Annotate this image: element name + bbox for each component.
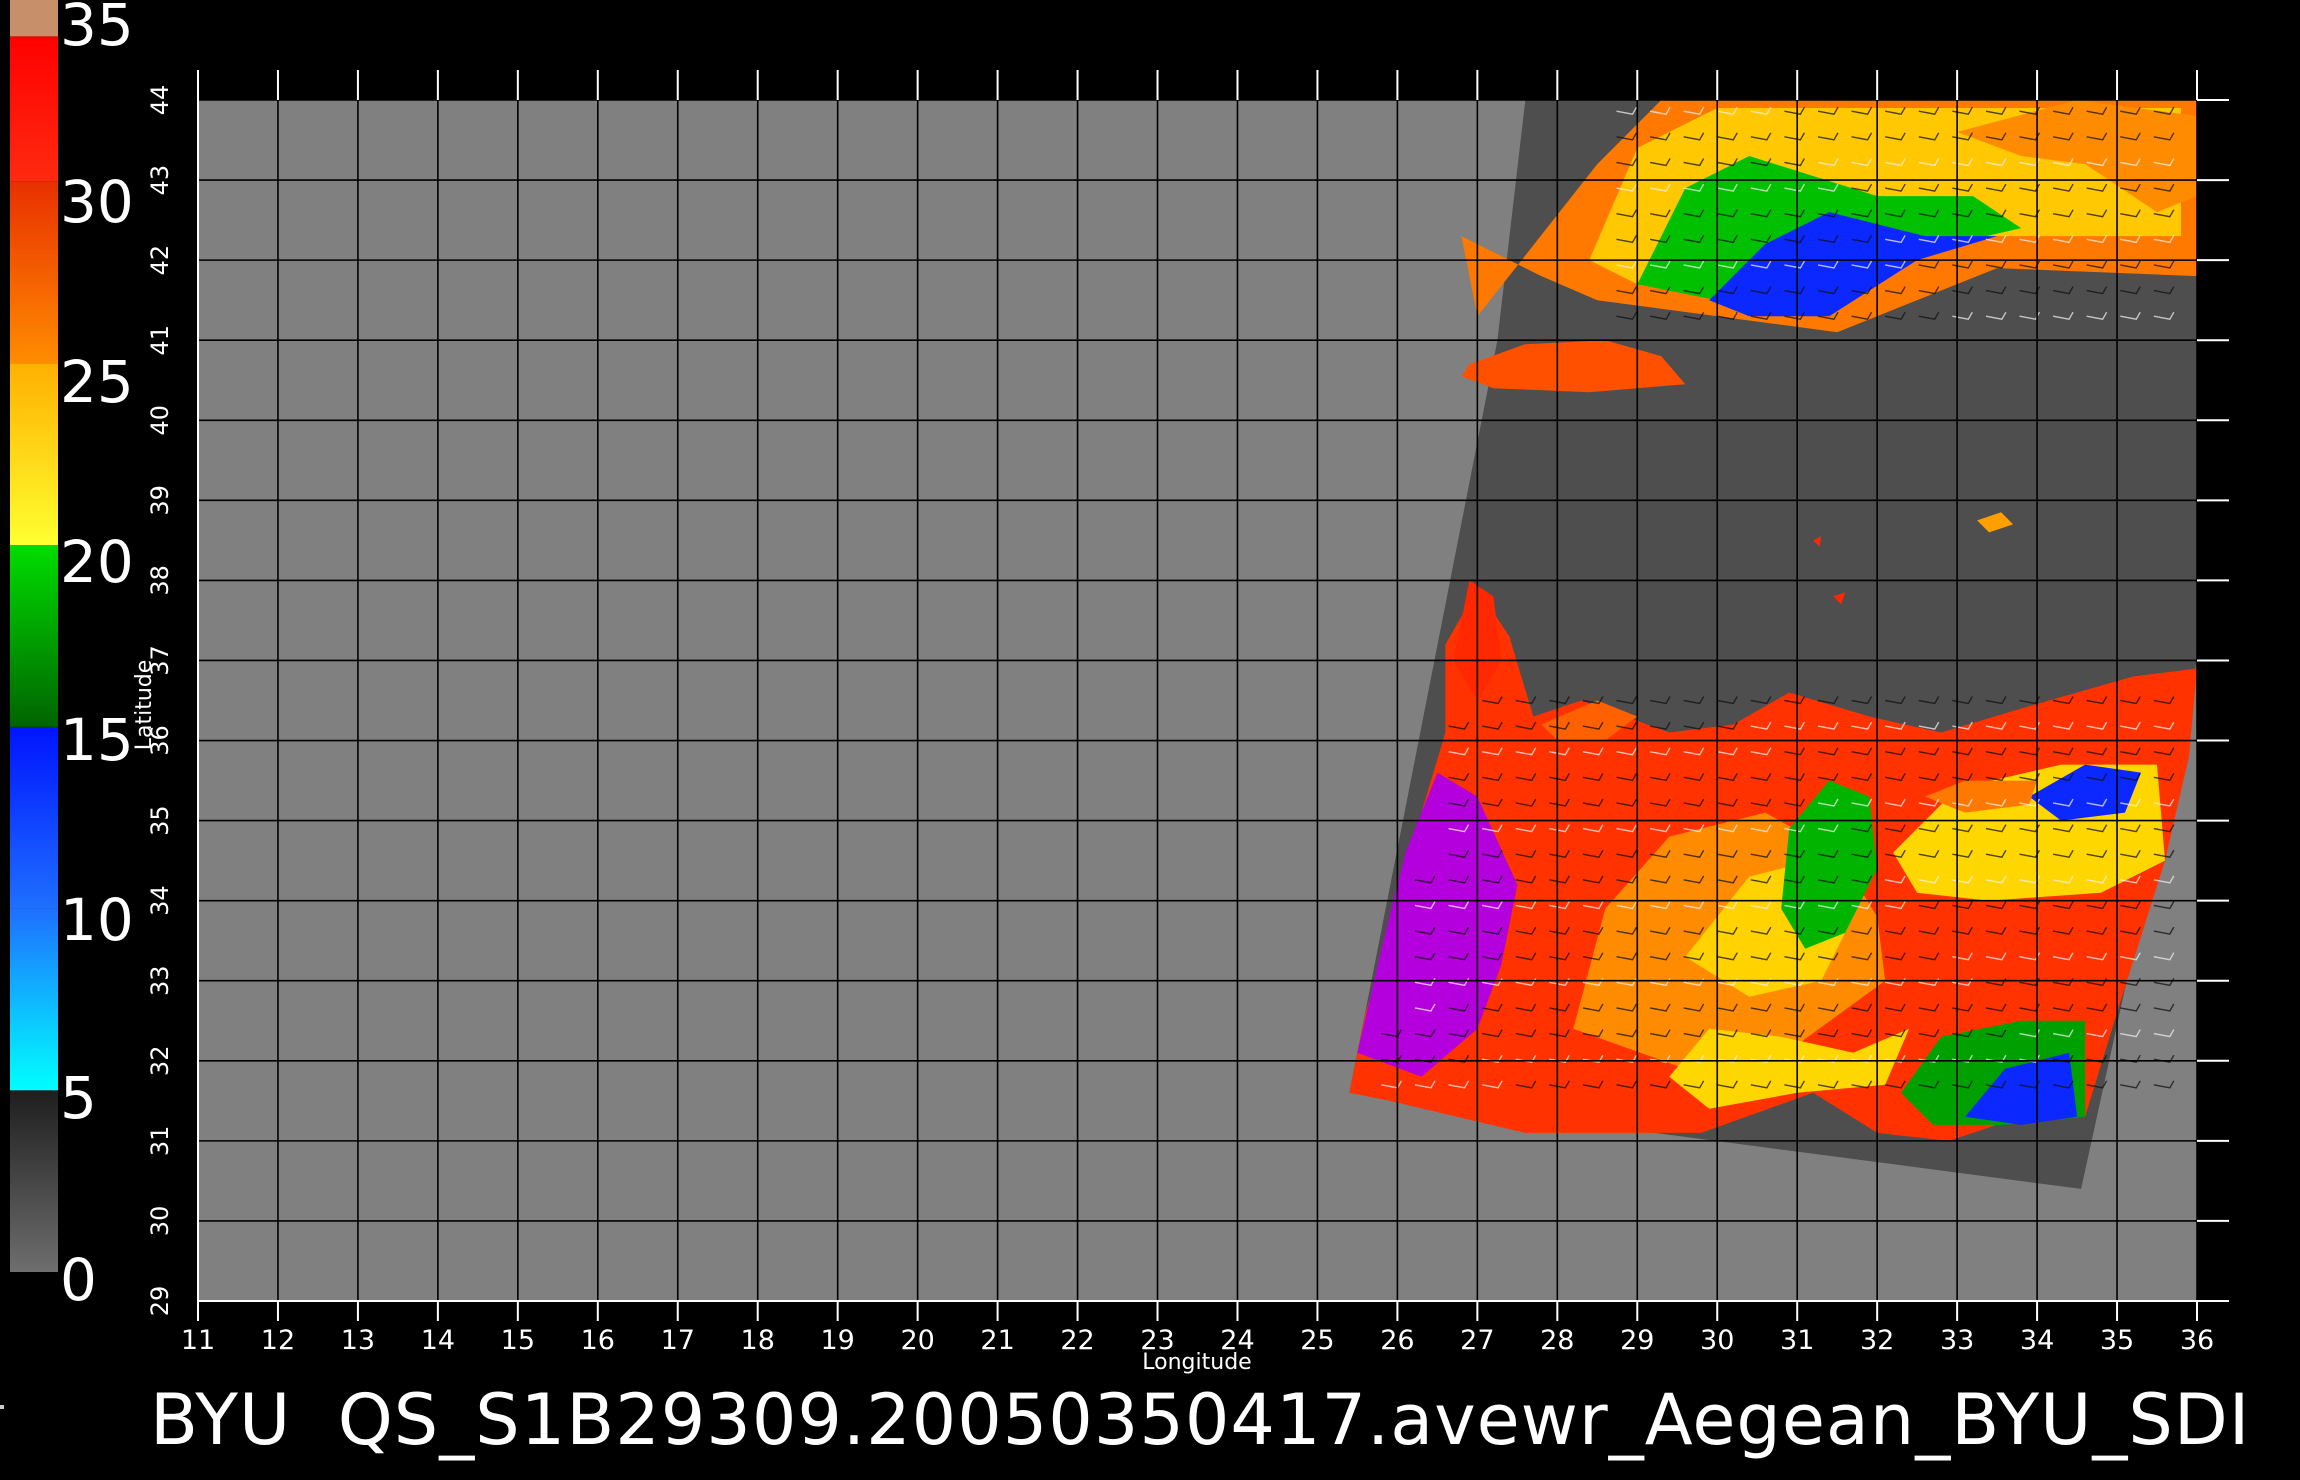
colorbar-segment [10,545,58,727]
longitude-tick-label: 20 [900,1325,934,1356]
longitude-tick-label: 34 [2020,1325,2054,1356]
colorbar-label-15: 15 [60,706,134,774]
colorbar-label-30: 30 [60,168,134,236]
edge-marker [0,1405,4,1409]
y-axis-label: Latitude [132,660,157,751]
latitude-tick-label: 30 [146,1206,174,1237]
wind-speed-map: 35 30 25 20 15 10 5 0 11 12 13 14 15 16 17 18 19… [10,0,2229,1375]
latitude-tick-label: 31 [146,1126,174,1157]
longitude-tick-label: 12 [261,1325,295,1356]
longitude-tick-label: 32 [1860,1325,1894,1356]
latitude-tick-label: 35 [146,805,174,836]
longitude-tick-label: 11 [181,1325,215,1356]
colorbar-segment [10,363,58,546]
longitude-tick-label: 33 [1940,1325,1974,1356]
longitude-tick-label: 35 [2100,1325,2134,1356]
latitude-tick-label: 43 [146,165,174,196]
longitude-tick-label: 30 [1700,1325,1734,1356]
longitude-tick-label: 25 [1300,1325,1334,1356]
image-filename-caption: BYU QS_S1B29309.20050350417.avewr_Aegean… [150,1379,2251,1461]
longitude-tick-label: 22 [1060,1325,1094,1356]
longitude-tick-label: 29 [1620,1325,1654,1356]
colorbar [10,0,58,1272]
longitude-tick-label: 27 [1460,1325,1494,1356]
latitude-tick-label: 32 [146,1046,174,1077]
latitude-tick-label: 29 [146,1286,174,1317]
longitude-tick-label: 16 [581,1325,615,1356]
latitude-tick-label: 38 [146,565,174,596]
latitude-tick-label: 41 [146,325,174,356]
colorbar-segment [10,1090,58,1272]
longitude-tick-label: 19 [821,1325,855,1356]
colorbar-segment [10,181,58,364]
longitude-tick-label: 21 [980,1325,1014,1356]
colorbar-label-25: 25 [60,348,134,416]
latitude-tick-label: 44 [146,85,174,116]
longitude-tick-label: 18 [741,1325,775,1356]
longitude-tick-label: 26 [1380,1325,1414,1356]
longitude-tick-label: 36 [2180,1325,2214,1356]
longitude-tick-label: 17 [661,1325,695,1356]
longitude-tick-label: 13 [341,1325,375,1356]
colorbar-tick-labels: 35 30 25 20 15 10 5 0 [60,0,134,1314]
colorbar-segment [10,726,58,909]
colorbar-label-5: 5 [60,1064,97,1132]
latitude-tick-label: 39 [146,485,174,516]
colorbar-segment [10,36,58,182]
longitude-tick-label: 28 [1540,1325,1574,1356]
longitude-tick-label: 14 [421,1325,455,1356]
colorbar-label-0: 0 [60,1246,97,1314]
colorbar-label-35: 35 [60,0,134,59]
colorbar-segment [10,908,58,1091]
longitude-tick-label: 31 [1780,1325,1814,1356]
colorbar-segment [10,0,58,37]
longitude-tick-label: 15 [501,1325,535,1356]
latitude-tick-label: 33 [146,965,174,996]
colorbar-label-20: 20 [60,528,134,596]
latitude-tick-label: 40 [146,405,174,436]
latitude-tick-label: 42 [146,245,174,276]
colorbar-label-10: 10 [60,886,134,954]
latitude-tick-label: 34 [146,885,174,916]
